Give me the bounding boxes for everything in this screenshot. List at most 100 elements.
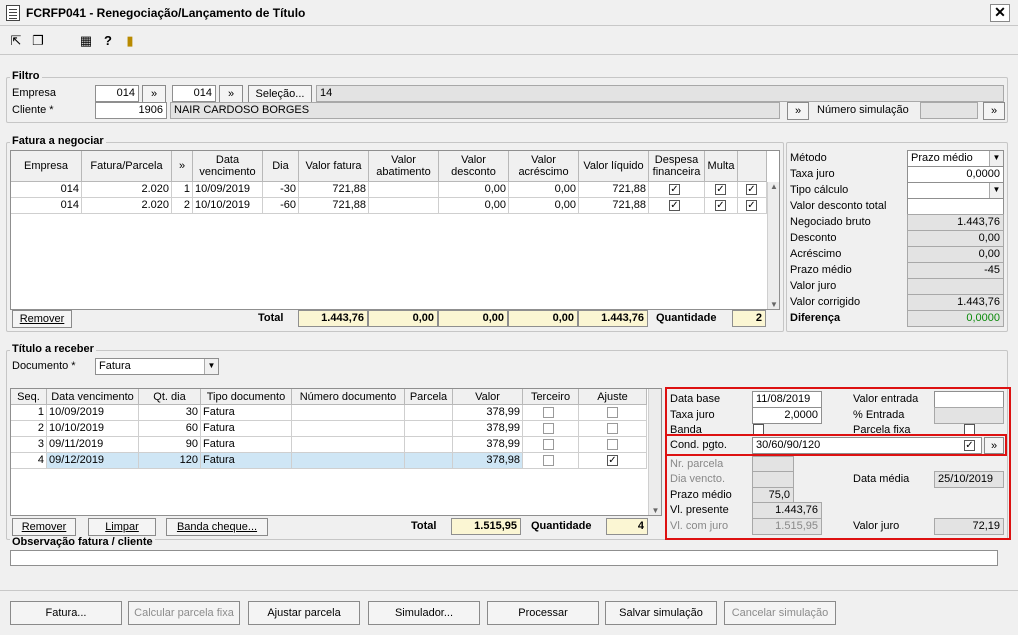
- col-valor-abatimento[interactable]: Valor abatimento: [369, 151, 439, 182]
- despesa-checkbox[interactable]: ✓: [669, 200, 680, 211]
- table-row[interactable]: 4 09/12/2019 120 Fatura 378,98 ✓: [11, 453, 647, 469]
- multa-checkbox[interactable]: ✓: [715, 184, 726, 195]
- valor-entrada-label: Valor entrada: [853, 393, 919, 405]
- calcular-parcela-fixa-button[interactable]: Calcular parcela fixa: [128, 601, 240, 625]
- banda-cheque-button[interactable]: Banda cheque...: [166, 518, 268, 536]
- extra-checkbox[interactable]: ✓: [746, 184, 757, 195]
- col-qt-dia[interactable]: Qt. dia: [139, 389, 201, 405]
- fatura-scrollbar[interactable]: ▲ ▼: [767, 182, 779, 309]
- chevron-down-icon[interactable]: ▼: [989, 151, 1003, 166]
- extra-checkbox[interactable]: ✓: [746, 200, 757, 211]
- col-parcela[interactable]: Parcela: [405, 389, 453, 405]
- table-row[interactable]: 1 10/09/2019 30 Fatura 378,99: [11, 405, 647, 421]
- titulo-remover-button[interactable]: Remover: [12, 518, 76, 536]
- pct-entrada-label: % Entrada: [853, 409, 905, 421]
- cell-parcela: [405, 421, 453, 437]
- empresa2-lookup-button[interactable]: »: [219, 85, 243, 103]
- terceiro-checkbox[interactable]: [543, 407, 554, 418]
- col-extra[interactable]: [738, 151, 767, 182]
- cond-taxa-juro-input[interactable]: 2,0000: [752, 407, 822, 424]
- col-valor-acrescimo[interactable]: Valor acréscimo: [509, 151, 579, 182]
- total-liquido: 1.443,76: [578, 310, 648, 327]
- col-expand[interactable]: »: [172, 151, 193, 182]
- col-dia[interactable]: Dia: [263, 151, 299, 182]
- total-desconto: 0,00: [438, 310, 508, 327]
- documento-select[interactable]: Fatura ▼: [95, 358, 219, 375]
- valor-desconto-total-input[interactable]: [907, 198, 1004, 215]
- fatura-remover-button[interactable]: Remover: [12, 310, 72, 328]
- fatura-button[interactable]: Fatura...: [10, 601, 122, 625]
- ajuste-checkbox[interactable]: [607, 407, 618, 418]
- tipo-calculo-select[interactable]: ▼: [907, 182, 1004, 199]
- cond-pgto-input[interactable]: 30/60/90/120: [752, 437, 982, 454]
- cliente-code-input[interactable]: 1906: [95, 102, 167, 119]
- table-row[interactable]: 3 09/11/2019 90 Fatura 378,99: [11, 437, 647, 453]
- table-row[interactable]: 2 10/10/2019 60 Fatura 378,99: [11, 421, 647, 437]
- cell-valor: 721,88: [299, 182, 369, 198]
- empresa2-input[interactable]: 014: [172, 85, 216, 102]
- table-row[interactable]: 014 2.020 1 10/09/2019 -30 721,88 0,00 0…: [11, 182, 767, 198]
- col-fatura-parcela[interactable]: Fatura/Parcela: [82, 151, 172, 182]
- cell-numero: [292, 453, 405, 469]
- col-data-vencimento[interactable]: Data vencimento: [47, 389, 139, 405]
- selecao-value: 14: [316, 85, 1004, 102]
- limpar-button[interactable]: Limpar: [88, 518, 156, 536]
- titulo-scrollbar[interactable]: ▼: [648, 389, 661, 515]
- cond-pgto-checkbox[interactable]: ✓: [964, 440, 975, 451]
- col-empresa[interactable]: Empresa: [11, 151, 82, 182]
- processar-button[interactable]: Processar: [487, 601, 599, 625]
- col-terceiro[interactable]: Terceiro: [523, 389, 579, 405]
- col-valor-liquido[interactable]: Valor líquido: [579, 151, 649, 182]
- col-despesa-financeira[interactable]: Despesa financeira: [649, 151, 705, 182]
- arrow-out-icon[interactable]: ⇱: [8, 33, 24, 49]
- help-icon[interactable]: ?: [100, 33, 116, 49]
- cond-pgto-lookup-button[interactable]: »: [984, 437, 1004, 454]
- terceiro-checkbox[interactable]: [543, 423, 554, 434]
- col-valor[interactable]: Valor: [453, 389, 523, 405]
- salvar-simulacao-button[interactable]: Salvar simulação: [605, 601, 717, 625]
- selecao-button[interactable]: Seleção...: [248, 85, 312, 103]
- obs-input[interactable]: [10, 550, 998, 566]
- metodo-select[interactable]: Prazo médio ▼: [907, 150, 1004, 167]
- chevron-down-icon[interactable]: ▼: [204, 359, 218, 374]
- scroll-up-icon[interactable]: ▲: [768, 182, 780, 191]
- terceiro-checkbox[interactable]: [543, 455, 554, 466]
- cell-seq: 1: [11, 405, 47, 421]
- ajustar-parcela-button[interactable]: Ajustar parcela: [248, 601, 360, 625]
- col-numero-documento[interactable]: Número documento: [292, 389, 405, 405]
- col-valor-desconto[interactable]: Valor desconto: [439, 151, 509, 182]
- col-seq[interactable]: Seq.: [11, 389, 47, 405]
- data-base-input[interactable]: 11/08/2019: [752, 391, 822, 408]
- close-button[interactable]: ✕: [990, 4, 1010, 22]
- exit-door-icon[interactable]: ▮: [122, 33, 138, 49]
- col-data-vencimento[interactable]: Data vencimento: [193, 151, 263, 182]
- ajuste-checkbox[interactable]: [607, 423, 618, 434]
- table-row[interactable]: 014 2.020 2 10/10/2019 -60 721,88 0,00 0…: [11, 198, 767, 214]
- col-tipo-documento[interactable]: Tipo documento: [201, 389, 292, 405]
- cliente-lookup-button[interactable]: »: [787, 102, 809, 120]
- empresa-lookup-button[interactable]: »: [142, 85, 166, 103]
- terceiro-checkbox[interactable]: [543, 439, 554, 450]
- ajuste-checkbox[interactable]: ✓: [607, 455, 618, 466]
- grid-icon[interactable]: ▦: [78, 33, 94, 49]
- chevron-down-icon[interactable]: ▼: [989, 183, 1003, 198]
- scroll-down-icon[interactable]: ▼: [649, 506, 662, 515]
- col-multa[interactable]: Multa: [705, 151, 738, 182]
- simulador-button[interactable]: Simulador...: [368, 601, 480, 625]
- taxa-juro-input[interactable]: 0,0000: [907, 166, 1004, 183]
- col-ajuste[interactable]: Ajuste: [579, 389, 647, 405]
- scroll-down-icon[interactable]: ▼: [768, 300, 780, 309]
- empresa-label: Empresa: [12, 87, 57, 99]
- footer-divider: [0, 590, 1018, 591]
- num-sim-lookup-button[interactable]: »: [983, 102, 1005, 120]
- col-valor-fatura[interactable]: Valor fatura: [299, 151, 369, 182]
- empresa-input[interactable]: 014: [95, 85, 139, 102]
- multa-checkbox[interactable]: ✓: [715, 200, 726, 211]
- despesa-checkbox[interactable]: ✓: [669, 184, 680, 195]
- cell-tipo: Fatura: [201, 453, 292, 469]
- fatura-total-label: Total: [258, 312, 284, 324]
- cancelar-simulacao-button[interactable]: Cancelar simulação: [724, 601, 836, 625]
- window-stack-icon[interactable]: ❐: [30, 33, 46, 49]
- ajuste-checkbox[interactable]: [607, 439, 618, 450]
- valor-entrada-input[interactable]: [934, 391, 1004, 408]
